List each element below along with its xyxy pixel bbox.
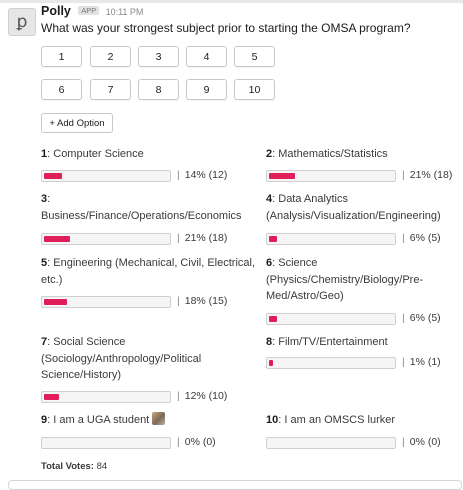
- result-bar-fill: [269, 236, 277, 242]
- result-text: 6% (5): [409, 232, 441, 244]
- option-label: 5: Engineering (Mechanical, Civil, Elect…: [41, 257, 255, 286]
- result-count: | 21% (18): [402, 169, 453, 181]
- option-number: 2: [266, 148, 273, 160]
- vote-button-6[interactable]: 6: [41, 79, 82, 100]
- result-count: | 6% (5): [402, 312, 441, 324]
- option-text: Data Analytics (Analysis/Visualization/E…: [266, 193, 441, 222]
- option-text: Business/Finance/Operations/Economics: [41, 209, 242, 222]
- option-number: 3: [41, 193, 48, 205]
- result-bar-8: [266, 357, 396, 369]
- result-bar-3: [41, 233, 171, 245]
- vote-button-9[interactable]: 9: [186, 79, 227, 100]
- option-number: 7: [41, 336, 48, 348]
- option-text: I am an OMSCS lurker: [284, 414, 396, 426]
- option-label: 4: Data Analytics (Analysis/Visualizatio…: [266, 193, 441, 222]
- voter-avatar[interactable]: [152, 412, 166, 425]
- result-bar-fill: [269, 360, 273, 366]
- result-count: | 18% (15): [177, 295, 228, 307]
- option-number: 6: [266, 257, 273, 269]
- total-votes: Total Votes: 84: [41, 461, 107, 472]
- result-bar-2: [266, 170, 396, 182]
- result-count: | 12% (10): [177, 390, 228, 402]
- result-text: 18% (15): [184, 295, 228, 307]
- vote-button-1[interactable]: 1: [41, 46, 82, 67]
- vote-button-8[interactable]: 8: [138, 79, 179, 100]
- option-label: 8: Film/TV/Entertainment: [266, 336, 388, 348]
- option-label: 7: Social Science (Sociology/Anthropolog…: [41, 336, 202, 381]
- option-text: Film/TV/Entertainment: [278, 336, 388, 348]
- option-number: 4: [266, 193, 273, 205]
- result-count: | 14% (12): [177, 169, 228, 181]
- result-bar-1: [41, 170, 171, 182]
- option-label: 6: Science (Physics/Chemistry/Biology/Pr…: [266, 257, 424, 302]
- vote-button-10[interactable]: 10: [234, 79, 275, 100]
- result-bar-7: [41, 391, 171, 403]
- option-number: 10: [266, 414, 279, 426]
- total-votes-value: 84: [96, 461, 108, 472]
- result-bar-fill: [44, 299, 67, 305]
- option-text: Computer Science: [53, 148, 144, 160]
- option-number: 5: [41, 257, 48, 269]
- message-input[interactable]: [8, 480, 462, 490]
- result-text: 6% (5): [409, 312, 441, 324]
- vote-button-3[interactable]: 3: [138, 46, 179, 67]
- option-label: 9: I am a UGA student: [41, 412, 256, 429]
- result-bar-fill: [44, 173, 62, 179]
- message-header: Polly APP 10:11 PM: [41, 4, 143, 18]
- vote-button-4[interactable]: 4: [186, 46, 227, 67]
- result-text: 14% (12): [184, 169, 228, 181]
- result-bar-9: [41, 437, 171, 449]
- result-count: | 21% (18): [177, 232, 228, 244]
- option-number: 1: [41, 148, 48, 160]
- result-text: 12% (10): [184, 390, 228, 402]
- result-count: | 6% (5): [402, 232, 441, 244]
- parrot-icon: ꝑ: [16, 12, 28, 32]
- option-text: Engineering (Mechanical, Civil, Electric…: [41, 257, 255, 286]
- option-label: 1: Computer Science: [41, 148, 144, 160]
- option-text: I am a UGA student: [53, 414, 150, 426]
- option-label: 3: Business/Finance/Operations/Economics: [41, 193, 242, 222]
- vote-button-5[interactable]: 5: [234, 46, 275, 67]
- option-text: Science (Physics/Chemistry/Biology/Pre-M…: [266, 257, 424, 302]
- result-bar-5: [41, 296, 171, 308]
- result-text: 0% (0): [184, 436, 216, 448]
- total-votes-label: Total Votes:: [41, 461, 94, 472]
- result-bar-4: [266, 233, 396, 245]
- option-label: 10: I am an OMSCS lurker: [266, 414, 396, 426]
- option-text: Social Science (Sociology/Anthropology/P…: [41, 336, 202, 381]
- result-count: | 1% (1): [402, 356, 441, 368]
- vote-button-2[interactable]: 2: [90, 46, 131, 67]
- result-bar-10: [266, 437, 396, 449]
- result-bar-fill: [44, 236, 70, 242]
- vote-button-7[interactable]: 7: [90, 79, 131, 100]
- message-timestamp[interactable]: 10:11 PM: [106, 7, 144, 17]
- result-bar-6: [266, 313, 396, 325]
- option-text: Mathematics/Statistics: [278, 148, 388, 160]
- top-divider: [0, 0, 463, 3]
- result-bar-fill: [44, 394, 59, 400]
- polly-avatar[interactable]: ꝑ: [8, 8, 36, 36]
- result-text: 0% (0): [409, 436, 441, 448]
- result-count: | 0% (0): [177, 436, 216, 448]
- sender-name[interactable]: Polly: [41, 4, 71, 18]
- result-text: 1% (1): [409, 356, 441, 368]
- option-label: 2: Mathematics/Statistics: [266, 148, 388, 160]
- result-count: | 0% (0): [402, 436, 441, 448]
- add-option-button[interactable]: + Add Option: [41, 113, 113, 133]
- result-bar-fill: [269, 173, 295, 179]
- result-text: 21% (18): [184, 232, 228, 244]
- poll-question: What was your strongest subject prior to…: [41, 21, 411, 35]
- result-text: 21% (18): [409, 169, 453, 181]
- option-number: 8: [266, 336, 273, 348]
- option-number: 9: [41, 414, 48, 426]
- app-badge: APP: [78, 6, 100, 15]
- result-bar-fill: [269, 316, 277, 322]
